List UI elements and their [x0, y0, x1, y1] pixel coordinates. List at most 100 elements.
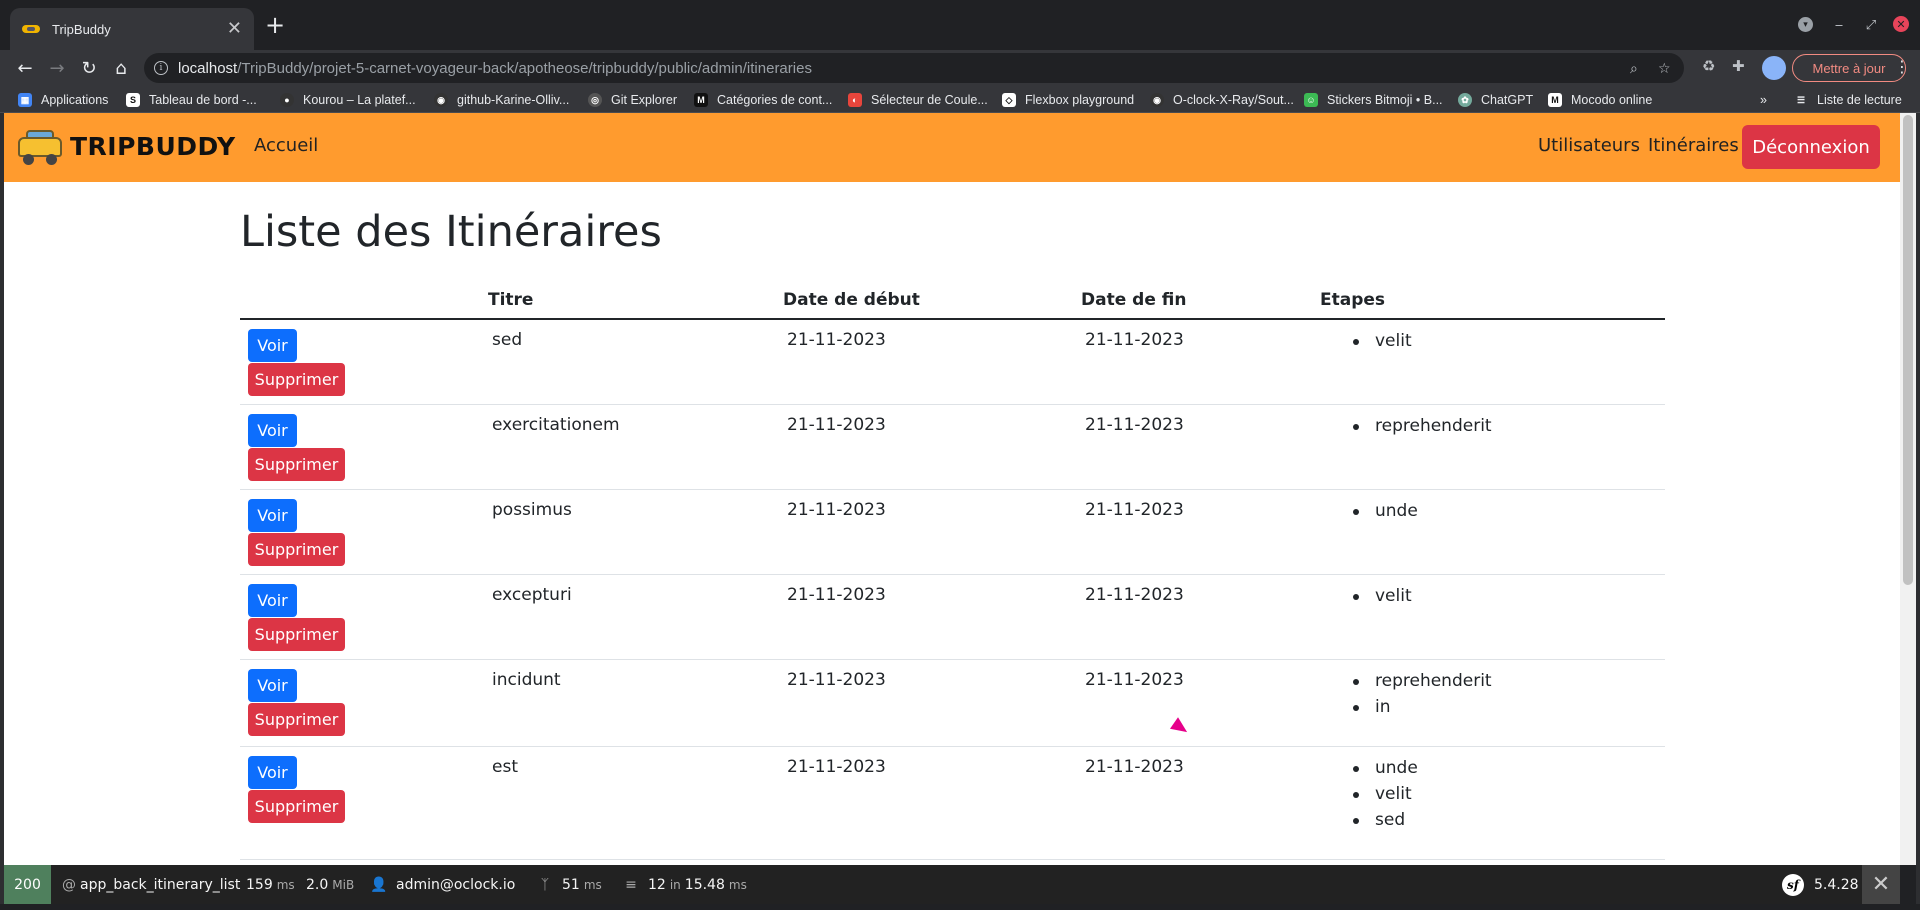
etape-item: velit	[1348, 585, 1412, 611]
tab-close-icon[interactable]: ✕	[227, 20, 242, 38]
tab-search-icon[interactable]: ▾	[1798, 17, 1813, 32]
browser-tab[interactable]: TripBuddy ✕	[10, 8, 254, 50]
address-bar[interactable]: i localhost/TripBuddy/projet-5-carnet-vo…	[144, 53, 1684, 83]
window-close-icon[interactable]: ✕	[1893, 16, 1909, 32]
twig-icon: ᛉ	[540, 876, 550, 893]
etape-item: unde	[1348, 500, 1418, 526]
m-logo-icon: M	[694, 93, 708, 107]
itineraries-table: Titre Date de début Date de fin Etapes V…	[240, 286, 1665, 860]
delete-button[interactable]: Supprimer	[248, 363, 345, 396]
etape-item: unde	[1348, 757, 1418, 783]
view-button[interactable]: Voir	[248, 499, 297, 532]
tab-title: TripBuddy	[52, 21, 111, 37]
user-icon: 👤	[370, 876, 388, 893]
brand[interactable]: TRIPBUDDY	[14, 127, 236, 165]
database-item[interactable]: ≡ 12 in 15.48 ms	[622, 865, 747, 904]
recycle-extension-icon[interactable]: ♻	[1702, 57, 1715, 75]
security-user-item[interactable]: 👤 admin@oclock.io	[370, 865, 515, 904]
route-item[interactable]: @ app_back_itinerary_list	[62, 865, 240, 904]
table-row: Voir Supprimer incidunt 21-11-2023 21-11…	[240, 660, 1665, 747]
browser-toolbar: ← → ↻ ⌂ i localhost/TripBuddy/projet-5-c…	[0, 50, 1920, 86]
view-button[interactable]: Voir	[248, 669, 297, 702]
cell-date-debut: 21-11-2023	[787, 330, 886, 350]
bookmark-mocodo[interactable]: M Mocodo online	[1548, 90, 1652, 110]
bookmark-chatgpt[interactable]: ✿ ChatGPT	[1458, 90, 1533, 110]
bookmark-github-karine[interactable]: ◉ github-Karine-Olliv...	[434, 90, 569, 110]
bitmoji-icon: ☺	[1304, 93, 1318, 107]
view-button[interactable]: Voir	[248, 329, 297, 362]
time-item[interactable]: 159 ms	[246, 865, 295, 904]
delete-button[interactable]: Supprimer	[248, 448, 345, 481]
column-header-titre: Titre	[488, 290, 534, 310]
color-picker-icon: ◐	[848, 93, 862, 107]
etape-item: reprehenderit	[1348, 670, 1492, 696]
github-icon: ◉	[1150, 93, 1164, 107]
mocodo-icon: M	[1548, 93, 1562, 107]
reload-icon[interactable]: ↻	[76, 55, 102, 81]
browser-tab-strip: TripBuddy ✕ + ▾ ‒ ⤢ ✕	[0, 0, 1920, 50]
bookmark-applications[interactable]: ▦ Applications	[18, 90, 108, 110]
twig-item[interactable]: ᛉ 51 ms	[536, 865, 602, 904]
database-icon: ≡	[625, 876, 637, 893]
view-button[interactable]: Voir	[248, 414, 297, 447]
bookmark-flexbox[interactable]: ◇ Flexbox playground	[1002, 90, 1134, 110]
delete-button[interactable]: Supprimer	[248, 703, 345, 736]
etape-item: velit	[1348, 330, 1412, 356]
site-info-icon[interactable]: i	[154, 61, 168, 75]
bookmark-bitmoji[interactable]: ☺ Stickers Bitmoji • B...	[1304, 90, 1443, 110]
home-icon[interactable]: ⌂	[108, 55, 134, 81]
restore-icon[interactable]: ⤢	[1860, 14, 1882, 36]
table-row: Voir Supprimer sed 21-11-2023 21-11-2023…	[240, 320, 1665, 405]
bookmark-oclock-xray[interactable]: ◉ O-clock-X-Ray/Sout...	[1150, 90, 1294, 110]
nav-link-utilisateurs[interactable]: Utilisateurs	[1538, 135, 1640, 156]
memory-item[interactable]: 2.0 MiB	[306, 865, 354, 904]
cell-date-debut: 21-11-2023	[787, 585, 886, 605]
minimize-icon[interactable]: ‒	[1828, 14, 1850, 36]
extensions-puzzle-icon[interactable]: ✚	[1732, 57, 1745, 75]
page-scrollbar[interactable]	[1900, 113, 1916, 865]
update-browser-button[interactable]: Mettre à jour	[1792, 54, 1906, 82]
browser-menu-icon[interactable]: ⋮	[1894, 57, 1910, 76]
bookmarks-bar: ▦ Applications S Tableau de bord -... ● Kou…	[0, 86, 1920, 113]
cell-titre: est	[492, 757, 518, 777]
cell-titre: excepturi	[492, 585, 572, 605]
delete-button[interactable]: Supprimer	[248, 618, 345, 651]
cell-titre: possimus	[492, 500, 572, 520]
delete-button[interactable]: Supprimer	[248, 790, 345, 823]
symfony-version-item[interactable]: sf 5.4.28	[1782, 865, 1859, 904]
bookmark-categories[interactable]: M Catégories de cont...	[694, 90, 832, 110]
page-viewport: TRIPBUDDY Accueil Utilisateurs Itinérair…	[4, 113, 1900, 865]
view-button[interactable]: Voir	[248, 756, 297, 789]
bookmarks-overflow-icon[interactable]: »	[1760, 90, 1767, 110]
zoom-icon[interactable]: ⌕	[1630, 61, 1638, 77]
etape-item: sed	[1348, 809, 1418, 835]
etape-item: in	[1348, 696, 1492, 722]
table-row: Voir Supprimer est 21-11-2023 21-11-2023…	[240, 747, 1665, 860]
view-button[interactable]: Voir	[248, 584, 297, 617]
delete-button[interactable]: Supprimer	[248, 533, 345, 566]
bookmark-selecteur-couleur[interactable]: ◐ Sélecteur de Coule...	[848, 90, 988, 110]
logout-button[interactable]: Déconnexion	[1742, 125, 1880, 169]
bookmark-kourou[interactable]: ● Kourou – La platef...	[280, 90, 416, 110]
cell-titre: exercitationem	[492, 415, 620, 435]
new-tab-button[interactable]: +	[262, 12, 288, 38]
symfony-logo-icon: sf	[1782, 873, 1804, 896]
back-icon[interactable]: ←	[12, 55, 38, 81]
cell-date-fin: 21-11-2023	[1085, 585, 1184, 605]
cell-titre: sed	[492, 330, 523, 350]
reading-list[interactable]: ☰ Liste de lecture	[1794, 90, 1902, 110]
toolbar-close-icon[interactable]: ✕	[1862, 865, 1900, 904]
bookmark-git-explorer[interactable]: ◎ Git Explorer	[588, 90, 677, 110]
cell-date-debut: 21-11-2023	[787, 500, 886, 520]
van-logo-icon	[14, 127, 66, 165]
bookmark-tableau-de-bord[interactable]: S Tableau de bord -...	[126, 90, 257, 110]
http-status-badge[interactable]: 200	[4, 865, 51, 904]
nav-link-itineraires[interactable]: Itinéraires	[1648, 135, 1739, 156]
bookmark-star-icon[interactable]: ☆	[1658, 61, 1671, 77]
apps-grid-icon: ▦	[18, 93, 32, 107]
forward-icon[interactable]: →	[44, 55, 70, 81]
table-header: Titre Date de début Date de fin Etapes	[240, 286, 1665, 320]
profile-avatar[interactable]	[1762, 56, 1786, 80]
nav-link-accueil[interactable]: Accueil	[254, 135, 318, 156]
scrollbar-thumb[interactable]	[1903, 115, 1913, 585]
